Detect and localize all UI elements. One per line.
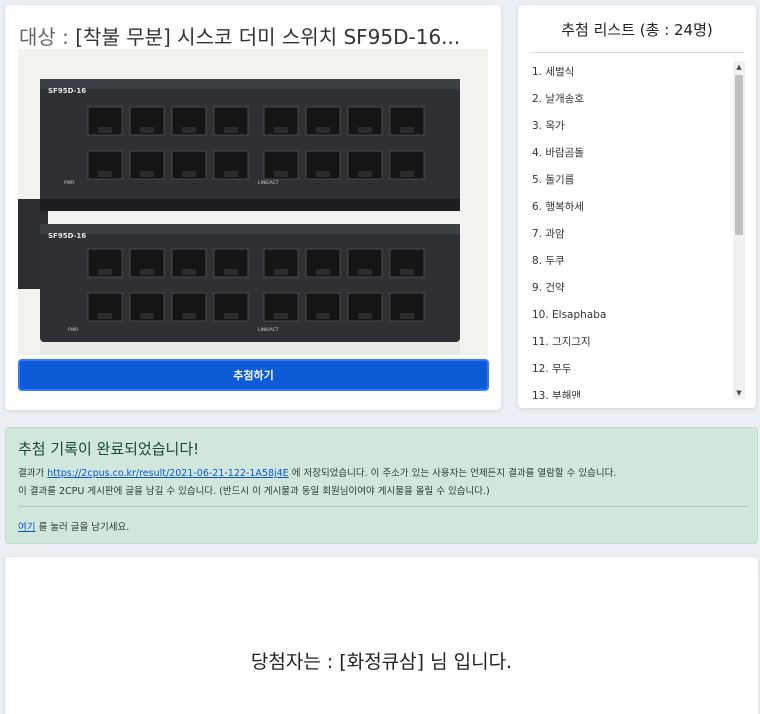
port-latch xyxy=(400,127,414,133)
link-label-top: LINK/ACT xyxy=(258,180,279,186)
scroll-down-icon[interactable]: ▼ xyxy=(733,387,745,399)
here-link[interactable]: 여기 xyxy=(18,522,35,533)
port-latch xyxy=(140,171,154,177)
port-latch xyxy=(274,127,288,133)
port-latch xyxy=(274,269,288,275)
port-latch xyxy=(358,269,372,275)
port-latch xyxy=(316,313,330,319)
winner-text: 당첨자는 : [화정큐삼] 님 입니다. xyxy=(250,651,513,673)
draw-button[interactable]: 추첨하기 xyxy=(18,359,489,391)
switch-photo: SF95D-16 PWR LINK/ACT SF95D-16 PWR LINK/… xyxy=(18,49,488,355)
port-latch xyxy=(316,127,330,133)
port-latch xyxy=(274,171,288,177)
result-alert: 추첨 기록이 완료되었습니다! 결과가 https://2cpus.co.kr/… xyxy=(5,427,758,544)
port-latch xyxy=(98,171,112,177)
result-url-link[interactable]: https://2cpus.co.kr/result/2021-06-21-12… xyxy=(47,468,288,479)
list-item: 8. 두쿠 xyxy=(532,255,565,267)
draw-list-title: 추첨 리스트 (총 : 24명) xyxy=(561,21,713,39)
port-latch xyxy=(224,127,238,133)
list-item: 4. 바람곰돌 xyxy=(532,147,584,159)
list-item: 11. 그지그지 xyxy=(532,336,591,348)
alert-line-3: 여기 를 눌러 글을 남기세요. xyxy=(18,522,130,533)
pwr-label-top: PWR xyxy=(64,180,74,186)
port-latch xyxy=(140,127,154,133)
port-latch xyxy=(400,313,414,319)
list-item: 1. 세벌식 xyxy=(532,66,575,78)
draw-list-card: 추첨 리스트 (총 : 24명) 1. 세벌식 2. 날개송호 3. 옥가 4. 바람… xyxy=(518,5,756,408)
product-image: SF95D-16 PWR LINK/ACT SF95D-16 PWR LINK/… xyxy=(18,49,488,355)
alert-heading: 추첨 기록이 완료되었습니다! xyxy=(18,440,200,458)
port-latch xyxy=(98,313,112,319)
list-item: 7. 과암 xyxy=(532,228,565,240)
model-label-bottom: SF95D-16 xyxy=(48,232,86,240)
list-item: 13. 부해맨 xyxy=(532,390,582,399)
port-latch xyxy=(140,269,154,275)
port-latch xyxy=(182,269,196,275)
target-title: 대상 : [착불 무분] 시스코 더미 스위치 SF95D-16... xyxy=(19,25,461,49)
list-item: 12. 무두 xyxy=(532,363,572,375)
list-item: 6. 행복하세 xyxy=(532,201,584,213)
port-latch xyxy=(182,313,196,319)
target-name: [착불 무분] 시스코 더미 스위치 SF95D-16... xyxy=(75,25,461,49)
port-latch xyxy=(316,269,330,275)
list-item: 5. 돌기름 xyxy=(532,174,575,186)
alert-line-1: 결과가 https://2cpus.co.kr/result/2021-06-2… xyxy=(18,468,617,479)
winner-card: 당첨자는 : [화정큐삼] 님 입니다. xyxy=(5,557,758,714)
list-item: 10. Elsaphaba xyxy=(532,309,607,321)
draw-list-scroll[interactable]: 1. 세벌식 2. 날개송호 3. 옥가 4. 바람곰돌 5. 돌기름 6. 행복하세 7.… xyxy=(530,59,745,399)
port-latch xyxy=(182,171,196,177)
port-latch xyxy=(316,171,330,177)
port-latch xyxy=(98,127,112,133)
divider xyxy=(530,52,744,53)
model-label-top: SF95D-16 xyxy=(48,87,86,95)
list-item: 2. 날개송호 xyxy=(532,93,584,105)
port-latch xyxy=(400,171,414,177)
port-latch xyxy=(224,313,238,319)
list-item: 3. 옥가 xyxy=(532,120,565,132)
list-item: 9. 건약 xyxy=(532,282,565,294)
port-latch xyxy=(358,171,372,177)
scrollbar[interactable]: ▲ ▼ xyxy=(733,61,745,399)
scroll-up-icon[interactable]: ▲ xyxy=(733,61,745,73)
port-latch xyxy=(224,269,238,275)
alert-line-2: 이 결과를 2CPU 게시판에 글을 남길 수 있습니다. (반드시 이 게시물… xyxy=(18,486,490,497)
pwr-label-bottom: PWR xyxy=(68,327,78,333)
port-latch xyxy=(224,171,238,177)
port-latch xyxy=(98,269,112,275)
port-latch xyxy=(358,313,372,319)
port-latch xyxy=(400,269,414,275)
port-latch xyxy=(274,313,288,319)
port-latch xyxy=(358,127,372,133)
draw-list: 1. 세벌식 2. 날개송호 3. 옥가 4. 바람곰돌 5. 돌기름 6. 행복하세 7.… xyxy=(530,59,745,399)
target-card: 대상 : [착불 무분] 시스코 더미 스위치 SF95D-16... SF95… xyxy=(5,5,501,410)
link-label-bottom: LINK/ACT xyxy=(258,327,279,333)
port-latch xyxy=(140,313,154,319)
scroll-thumb[interactable] xyxy=(735,75,743,235)
port-latch xyxy=(182,127,196,133)
divider xyxy=(18,506,748,507)
